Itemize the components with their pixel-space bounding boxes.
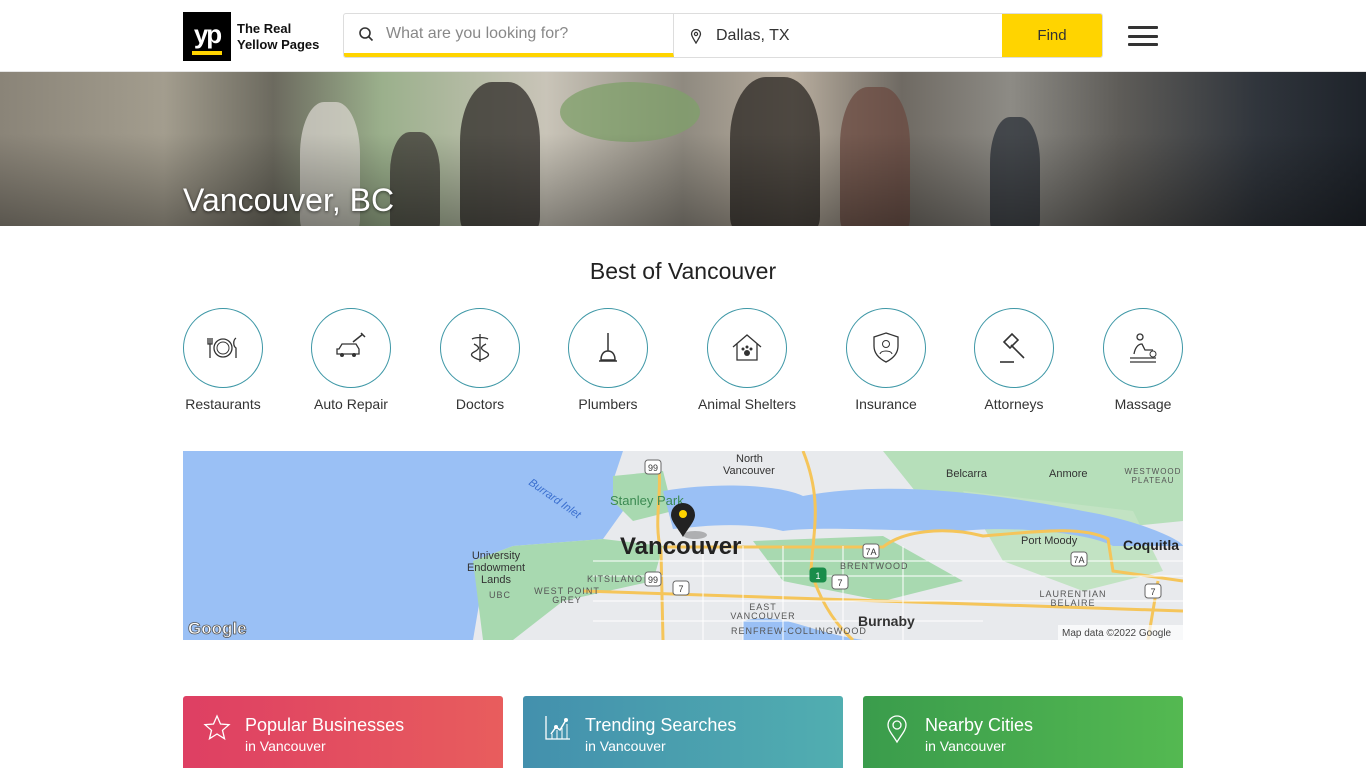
map-label-brentwood: BRENTWOOD [840, 561, 909, 571]
category-label: Insurance [855, 396, 917, 412]
category-icon-circle [311, 308, 391, 388]
map-label-burrard-inlet: Burrard Inlet [526, 477, 583, 522]
category-label: Auto Repair [314, 396, 388, 412]
location-input[interactable] [716, 26, 1002, 45]
map-label-ubc: UBC [489, 590, 511, 600]
category-insurance[interactable]: Insurance [826, 308, 946, 412]
map-label-stanley-park: Stanley Park [610, 493, 684, 508]
car-wrench-icon [336, 332, 366, 357]
city-title: Vancouver, BC [183, 182, 395, 218]
map-label-belcarra: Belcarra [946, 468, 988, 480]
category-label: Attorneys [984, 396, 1044, 412]
category-label: Animal Shelters [697, 396, 797, 412]
card-title: Popular Businesses [245, 715, 405, 735]
map-label-renfrew-collingwood: RENFREW-COLLINGWOOD [731, 626, 867, 636]
yp-logo[interactable]: yp The Real Yellow Pages [183, 12, 319, 61]
card-title: Nearby Cities [925, 715, 1034, 735]
highway-shield: 7 [1144, 583, 1162, 599]
caduceus-icon [470, 334, 490, 362]
highway-shield: 7 [672, 580, 690, 596]
hero-banner: Vancouver, BC [0, 72, 1366, 226]
card-nearby-cities[interactable]: Nearby Cities in Vancouver [863, 696, 1183, 768]
map-label-anmore: Anmore [1049, 468, 1088, 480]
google-logo: Google [188, 619, 247, 638]
plate-fork-knife-icon [207, 337, 237, 358]
category-plumbers[interactable]: Plumbers [548, 308, 668, 412]
svg-text:7A: 7A [1073, 555, 1084, 565]
gavel-icon [1000, 332, 1025, 363]
category-icon-circle [440, 308, 520, 388]
card-popular-businesses[interactable]: Popular Businesses in Vancouver [183, 696, 503, 768]
svg-text:7: 7 [678, 584, 683, 594]
category-massage[interactable]: Massage [1083, 308, 1203, 412]
category-auto-repair[interactable]: Auto Repair [291, 308, 411, 412]
card-subtitle: in Vancouver [585, 738, 666, 754]
search-bar: Find [343, 13, 1103, 58]
shield-person-icon [873, 332, 899, 363]
card-trending-searches[interactable]: Trending Searches in Vancouver [523, 696, 843, 768]
category-icon-circle [846, 308, 926, 388]
card-subtitle: in Vancouver [925, 738, 1006, 754]
category-animal-shelters[interactable]: Animal Shelters [687, 308, 807, 412]
category-icon-circle [974, 308, 1054, 388]
map-label-kitsilano: KITSILANO [587, 574, 643, 584]
map-label-coquitlam: Coquitla [1123, 537, 1179, 553]
map-label-vancouver: Vancouver [620, 533, 741, 560]
highway-shield: 7 [831, 574, 849, 590]
site-header: yp The RealYellow Pages Find [0, 0, 1366, 72]
svg-text:1: 1 [815, 571, 820, 581]
logo-line-1: The Real [237, 20, 292, 36]
massage-icon [1130, 333, 1157, 363]
best-of-heading: Best of Vancouver [589, 258, 777, 284]
category-label: Massage [1114, 396, 1172, 412]
map-attribution[interactable]: Map data ©2022 Google [1062, 628, 1172, 639]
map-pin-icon [887, 715, 907, 744]
highway-shield: 1 [809, 567, 827, 583]
svg-text:99: 99 [648, 463, 658, 473]
category-icon-circle [707, 308, 787, 388]
hamburger-menu-icon[interactable] [1128, 26, 1158, 46]
highway-shield: 7A [862, 543, 880, 559]
map-label-westwood-plateau: WESTWOOD PLATEAU [1125, 467, 1182, 485]
category-label: Doctors [455, 396, 505, 412]
map-label-port-moody: Port Moody [1021, 535, 1078, 547]
yp-logo-mark: yp [183, 12, 231, 61]
svg-text:99: 99 [648, 575, 658, 585]
search-icon [359, 26, 374, 41]
card-subtitle: in Vancouver [245, 738, 326, 754]
category-icon-circle [183, 308, 263, 388]
svg-text:7: 7 [1150, 587, 1155, 597]
trend-chart-icon [545, 716, 570, 740]
svg-text:7A: 7A [865, 547, 876, 557]
category-icon-circle [1103, 308, 1183, 388]
map-label-burnaby: Burnaby [858, 613, 915, 629]
category-label: Restaurants [185, 396, 261, 412]
star-icon [203, 714, 231, 741]
find-button[interactable]: Find [1002, 14, 1102, 57]
logo-mark-text: yp [193, 18, 222, 49]
category-doctors[interactable]: Doctors [420, 308, 540, 412]
card-title: Trending Searches [585, 715, 737, 735]
highway-shield: 99 [644, 571, 662, 587]
highway-shield: 7A [1070, 551, 1088, 567]
svg-text:7: 7 [837, 578, 842, 588]
paw-house-icon [732, 334, 762, 361]
category-attorneys[interactable]: Attorneys [954, 308, 1074, 412]
city-map[interactable]: Burrard Inlet Stanley Park North Vancouve… [183, 451, 1183, 640]
category-restaurants[interactable]: Restaurants [163, 308, 283, 412]
plunger-icon [599, 333, 617, 362]
logo-line-2: Yellow Pages [237, 36, 320, 52]
category-label: Plumbers [578, 396, 638, 412]
highway-shield: 99 [644, 459, 662, 475]
search-input[interactable] [386, 24, 673, 43]
location-pin-icon [690, 28, 702, 44]
category-icon-circle [568, 308, 648, 388]
